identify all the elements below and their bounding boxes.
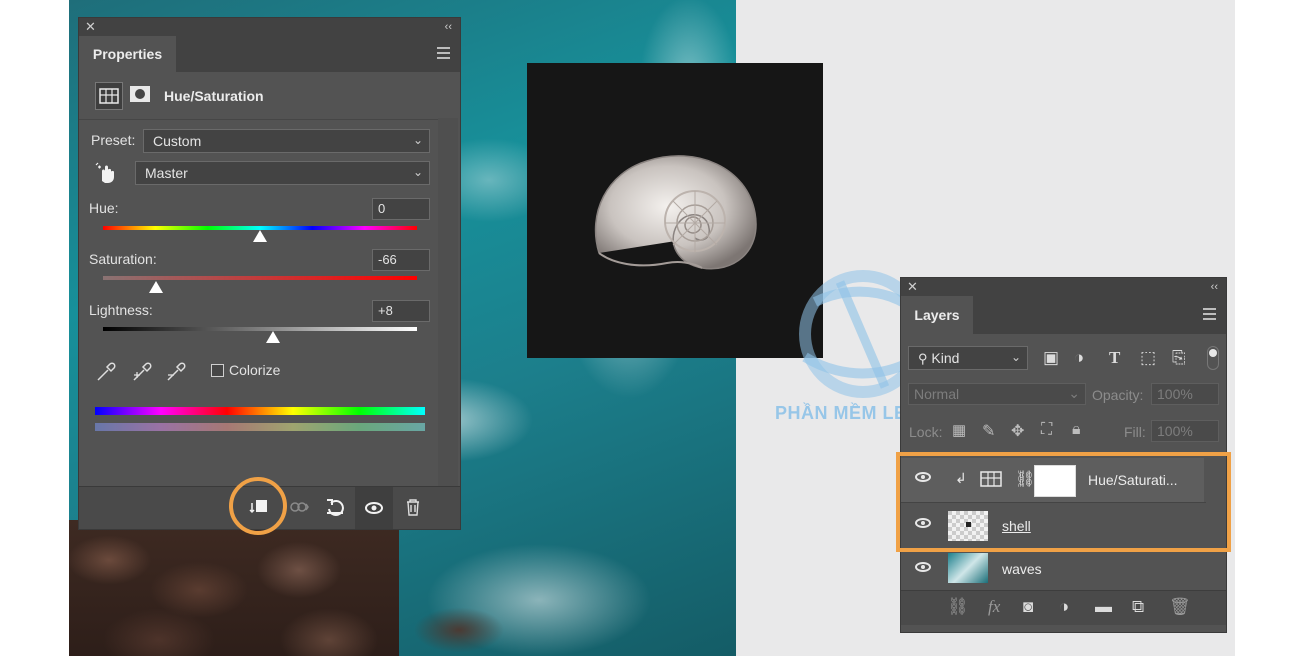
link-layers-icon[interactable]: ⛓ bbox=[947, 597, 969, 617]
lock-artboard-icon[interactable]: ⛶ bbox=[1041, 421, 1052, 439]
panel-menu-icon[interactable] bbox=[437, 47, 450, 59]
preset-select[interactable]: Custom ⌄ bbox=[143, 129, 430, 153]
new-group-icon[interactable]: ▬ bbox=[1095, 597, 1112, 617]
lock-all-icon[interactable]: 🔒︎ bbox=[1072, 421, 1081, 439]
visibility-eye-icon[interactable] bbox=[355, 487, 393, 529]
layer-thumbnail bbox=[948, 553, 988, 583]
input-spectrum-bar bbox=[95, 407, 425, 415]
eyedropper-icon[interactable] bbox=[95, 361, 117, 383]
lock-position-icon[interactable]: ✥ bbox=[1011, 421, 1024, 441]
close-icon[interactable]: ✕ bbox=[85, 19, 96, 35]
close-icon[interactable]: ✕ bbox=[907, 279, 918, 295]
opacity-input[interactable]: 100% bbox=[1151, 383, 1219, 405]
collapse-icon[interactable]: ‹‹ bbox=[1211, 279, 1218, 295]
blend-mode-select[interactable]: Normal ⌄ bbox=[908, 383, 1086, 405]
panel-topbar: ✕ ‹‹ bbox=[901, 278, 1226, 296]
properties-panel: ✕ ‹‹ Properties Hue/Saturation Preset: C… bbox=[78, 17, 461, 530]
add-mask-icon[interactable]: ◙ bbox=[1023, 597, 1033, 617]
search-icon: ⚲ bbox=[918, 351, 928, 366]
saturation-slider-track[interactable] bbox=[103, 276, 417, 280]
panel-tab-row: Properties bbox=[79, 36, 460, 72]
scrollbar[interactable] bbox=[438, 118, 458, 488]
divider bbox=[79, 119, 439, 120]
view-previous-state-icon[interactable] bbox=[287, 495, 311, 519]
filter-pixel-icon[interactable]: ▣ bbox=[1043, 348, 1059, 368]
trash-icon[interactable] bbox=[401, 495, 425, 519]
eyedropper-add-icon[interactable] bbox=[131, 361, 153, 383]
tab-properties[interactable]: Properties bbox=[79, 36, 176, 72]
panel-tab-row: Layers bbox=[901, 296, 1226, 334]
layer-row[interactable]: waves bbox=[901, 548, 1204, 590]
new-adjustment-layer-icon[interactable]: ◑ bbox=[1059, 597, 1069, 617]
filter-type-icon[interactable]: T bbox=[1109, 348, 1120, 368]
chevron-down-icon: ⌄ bbox=[412, 165, 423, 179]
fx-icon[interactable]: fx bbox=[988, 597, 1000, 617]
new-layer-icon[interactable]: ⧉ bbox=[1132, 597, 1144, 617]
output-spectrum-bar bbox=[95, 423, 425, 431]
targeted-adjustment-hand-icon[interactable] bbox=[95, 161, 119, 185]
reset-icon[interactable] bbox=[323, 495, 347, 519]
layer-visibility-eye-icon[interactable] bbox=[915, 562, 931, 572]
lock-image-icon[interactable]: ✎ bbox=[982, 421, 995, 441]
panel-topbar: ✕ ‹‹ bbox=[79, 18, 460, 36]
preset-label: Preset: bbox=[91, 132, 136, 148]
blend-mode-value: Normal bbox=[914, 386, 960, 402]
shell-image bbox=[527, 63, 823, 358]
filter-adjustment-icon[interactable]: ◑ bbox=[1074, 348, 1084, 368]
saturation-label: Saturation: bbox=[89, 251, 157, 267]
hue-input[interactable]: 0 bbox=[372, 198, 430, 220]
eyedropper-subtract-icon[interactable] bbox=[165, 361, 187, 383]
colorize-label: Colorize bbox=[229, 362, 281, 378]
colorize-checkbox[interactable] bbox=[211, 364, 224, 377]
fill-input[interactable]: 100% bbox=[1151, 420, 1219, 442]
filter-smart-object-icon[interactable]: ⎘ bbox=[1172, 348, 1186, 368]
chevron-down-icon: ⌄ bbox=[412, 133, 423, 147]
fill-label: Fill: bbox=[1124, 424, 1146, 440]
highlight-circle bbox=[229, 477, 287, 535]
saturation-input[interactable]: -66 bbox=[372, 249, 430, 271]
filter-shape-icon[interactable]: ⬚ bbox=[1140, 348, 1156, 368]
saturation-slider-thumb[interactable] bbox=[149, 281, 164, 293]
filter-toggle[interactable] bbox=[1207, 346, 1219, 370]
lock-transparent-icon[interactable]: ▦ bbox=[952, 421, 966, 439]
opacity-value: 100% bbox=[1157, 386, 1193, 402]
adjustment-title: Hue/Saturation bbox=[164, 88, 264, 104]
mask-icon[interactable] bbox=[129, 85, 151, 103]
layer-name: waves bbox=[1002, 561, 1042, 577]
filter-kind-value: Kind bbox=[931, 350, 960, 366]
chevron-down-icon: ⌄ bbox=[1068, 385, 1080, 401]
lock-label: Lock: bbox=[909, 424, 943, 440]
channel-select[interactable]: Master ⌄ bbox=[135, 161, 430, 185]
lightness-slider-track[interactable] bbox=[103, 327, 417, 331]
hue-label: Hue: bbox=[89, 200, 119, 216]
highlight-rectangle bbox=[896, 452, 1231, 552]
rocks-area bbox=[69, 520, 399, 656]
panel-menu-icon[interactable] bbox=[1203, 308, 1216, 320]
adjustment-layer-icon[interactable] bbox=[95, 82, 123, 110]
tab-layers[interactable]: Layers bbox=[901, 296, 973, 334]
layers-footer: ⛓ fx ◙ ◑ ▬ ⧉ 🗑︎ bbox=[901, 590, 1226, 625]
lightness-label: Lightness: bbox=[89, 302, 153, 318]
opacity-label: Opacity: bbox=[1092, 387, 1144, 403]
fill-value: 100% bbox=[1157, 423, 1193, 439]
delete-layer-icon[interactable]: 🗑︎ bbox=[1169, 597, 1191, 617]
hue-slider-thumb[interactable] bbox=[253, 230, 267, 242]
collapse-icon[interactable]: ‹‹ bbox=[445, 19, 452, 35]
rocks-area-2 bbox=[399, 600, 519, 656]
filter-kind-select[interactable]: ⚲ Kind ⌄ bbox=[908, 346, 1028, 370]
lightness-slider-thumb[interactable] bbox=[265, 331, 280, 343]
preset-value: Custom bbox=[153, 133, 202, 149]
channel-value: Master bbox=[145, 165, 188, 181]
chevron-down-icon: ⌄ bbox=[1010, 350, 1021, 364]
lightness-input[interactable]: +8 bbox=[372, 300, 430, 322]
